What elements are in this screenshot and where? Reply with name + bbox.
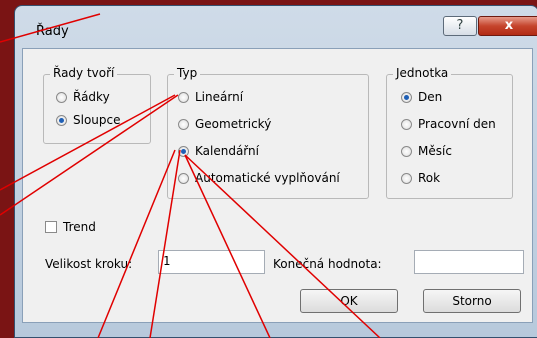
radio-linearni[interactable]: Lineární bbox=[178, 90, 243, 104]
group-jednotka-legend: Jednotka bbox=[393, 66, 452, 80]
radio-automaticke[interactable]: Automatické vyplňování bbox=[178, 171, 340, 185]
ok-button[interactable]: OK bbox=[300, 289, 398, 313]
radio-automaticke-label: Automatické vyplňování bbox=[195, 171, 340, 185]
radio-mesic-label: Měsíc bbox=[418, 144, 452, 158]
radio-geometricky-label: Geometrický bbox=[195, 117, 272, 131]
radio-rok-label: Rok bbox=[418, 171, 441, 185]
radio-sloupce-label: Sloupce bbox=[73, 113, 121, 127]
group-rady-tvori: Řady tvoří Řádky Sloupce bbox=[43, 66, 151, 144]
radio-den-button[interactable] bbox=[401, 91, 412, 103]
cancel-button[interactable]: Storno bbox=[423, 289, 521, 313]
radio-rok[interactable]: Rok bbox=[401, 171, 440, 185]
radio-sloupce-button[interactable] bbox=[56, 114, 67, 126]
dialog-body: Řady tvoří Řádky Sloupce Typ Lineární Ge… bbox=[22, 48, 533, 323]
radio-kalendarni[interactable]: Kalendářní bbox=[178, 144, 259, 158]
radio-geometricky-button[interactable] bbox=[178, 118, 189, 130]
radio-geometricky[interactable]: Geometrický bbox=[178, 117, 271, 131]
radio-radky[interactable]: Řádky bbox=[56, 90, 110, 104]
dialog-title: Řady bbox=[36, 24, 69, 39]
trend-checkbox[interactable]: Trend bbox=[45, 220, 96, 234]
radio-pracovni-den-label: Pracovní den bbox=[418, 117, 496, 131]
close-icon: x bbox=[504, 18, 514, 33]
group-jednotka: Jednotka Den Pracovní den Měsíc Rok bbox=[386, 66, 513, 199]
group-typ-legend: Typ bbox=[174, 66, 201, 80]
radio-mesic-button[interactable] bbox=[401, 145, 412, 157]
radio-den[interactable]: Den bbox=[401, 90, 442, 104]
radio-kalendarni-button[interactable] bbox=[178, 145, 189, 157]
radio-linearni-label: Lineární bbox=[195, 90, 244, 104]
radio-automaticke-button[interactable] bbox=[178, 172, 189, 184]
close-button[interactable]: x bbox=[478, 16, 537, 36]
radio-kalendarni-label: Kalendářní bbox=[195, 144, 259, 158]
step-input[interactable]: 1 bbox=[158, 250, 265, 274]
radio-pracovni-den-button[interactable] bbox=[401, 118, 412, 130]
radio-rok-button[interactable] bbox=[401, 172, 412, 184]
trend-label: Trend bbox=[63, 220, 96, 234]
group-rady-tvori-legend: Řady tvoří bbox=[50, 66, 118, 80]
radio-linearni-button[interactable] bbox=[178, 91, 189, 103]
step-label: Velikost kroku: bbox=[45, 257, 133, 271]
help-button[interactable]: ? bbox=[443, 16, 477, 36]
radio-radky-button[interactable] bbox=[56, 91, 67, 103]
radio-radky-label: Řádky bbox=[73, 90, 110, 104]
radio-den-label: Den bbox=[418, 90, 443, 104]
end-value-label: Konečná hodnota: bbox=[273, 257, 382, 271]
radio-sloupce[interactable]: Sloupce bbox=[56, 113, 121, 127]
radio-mesic[interactable]: Měsíc bbox=[401, 144, 452, 158]
end-value-input[interactable] bbox=[414, 250, 524, 274]
trend-checkbox-box[interactable] bbox=[45, 221, 57, 233]
radio-pracovni-den[interactable]: Pracovní den bbox=[401, 117, 496, 131]
group-typ: Typ Lineární Geometrický Kalendářní Auto… bbox=[167, 66, 369, 199]
help-icon: ? bbox=[456, 18, 464, 33]
